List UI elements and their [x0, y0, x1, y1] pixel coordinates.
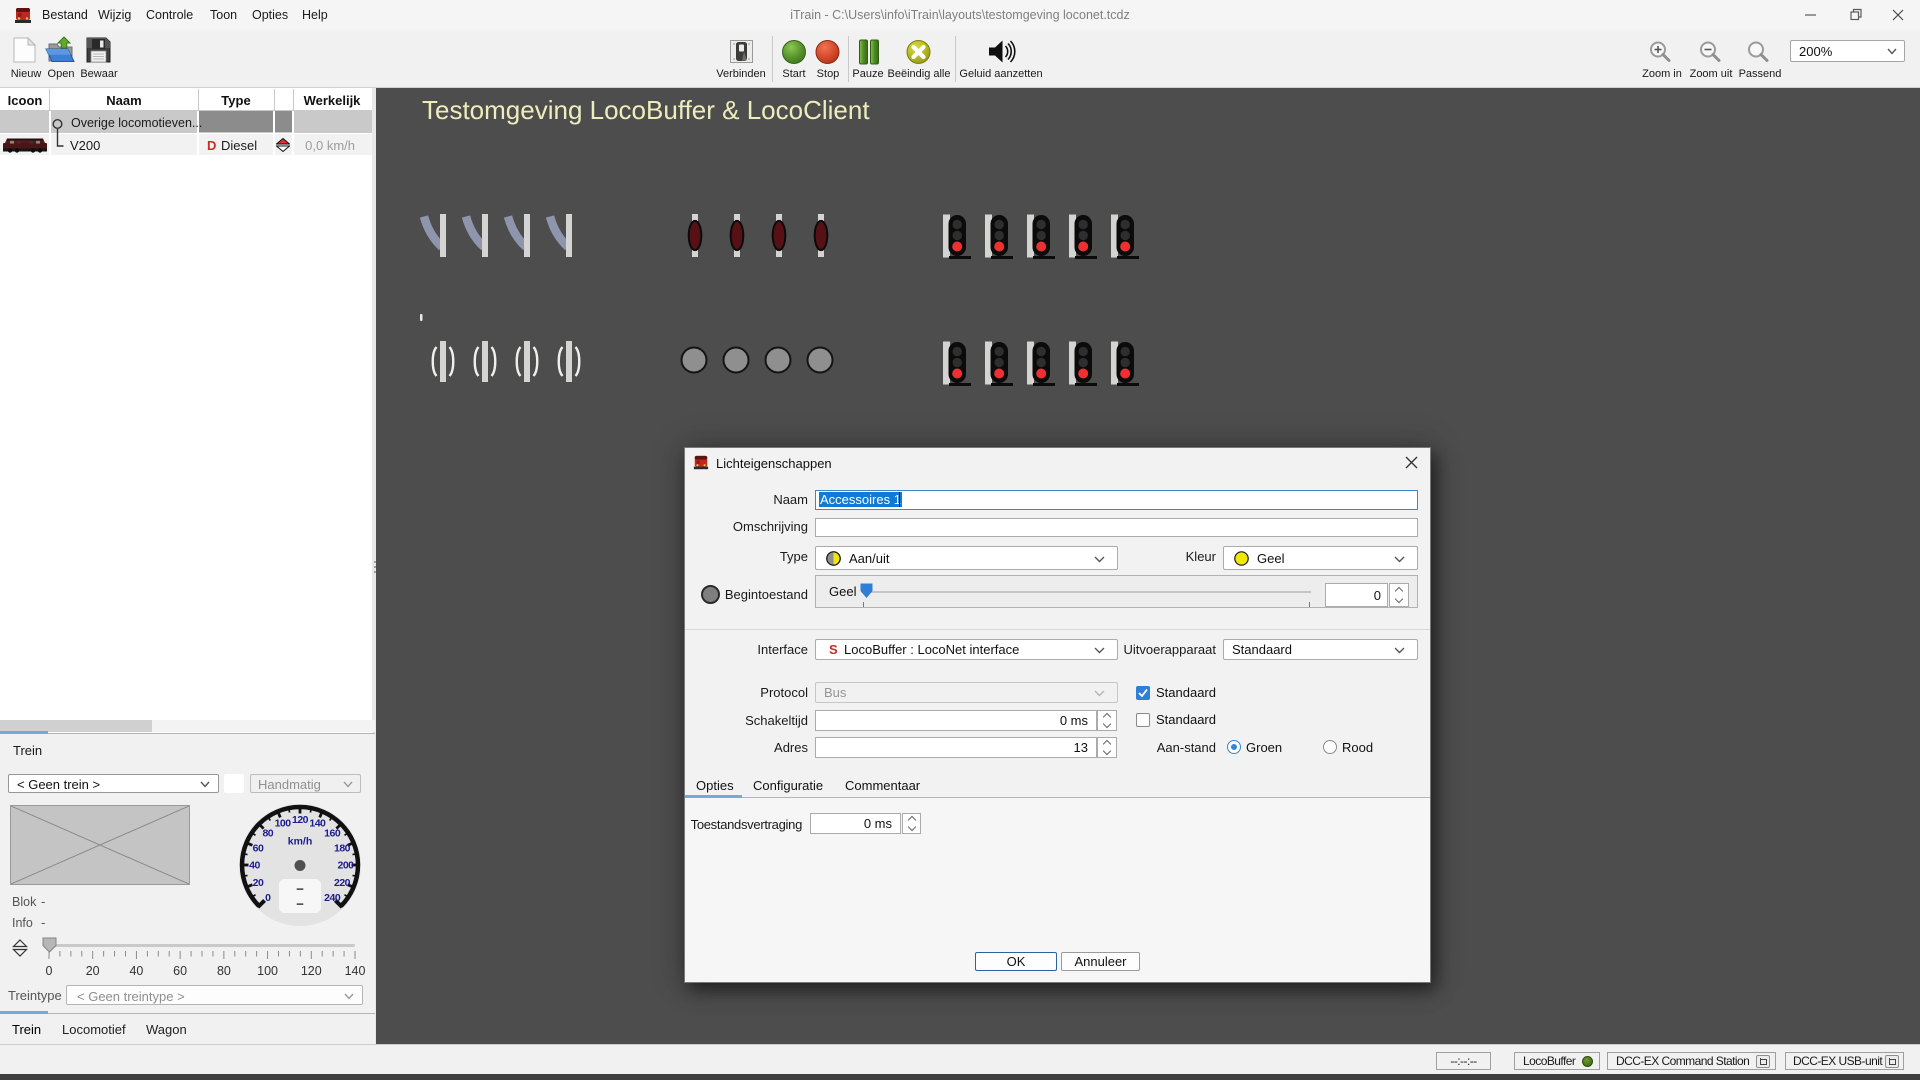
- svg-text:0: 0: [265, 892, 271, 904]
- svg-text:180: 180: [334, 842, 351, 854]
- svg-text:200: 200: [337, 860, 354, 872]
- svg-text:100: 100: [275, 818, 292, 830]
- svg-text:40: 40: [249, 860, 260, 872]
- svg-text:220: 220: [334, 877, 351, 889]
- svg-text:60: 60: [253, 842, 264, 854]
- svg-text:80: 80: [262, 828, 273, 840]
- svg-text:20: 20: [253, 877, 264, 889]
- svg-text:120: 120: [292, 814, 309, 826]
- svg-text:240: 240: [324, 892, 341, 904]
- svg-text:160: 160: [324, 828, 341, 840]
- svg-text:km/h: km/h: [288, 836, 313, 848]
